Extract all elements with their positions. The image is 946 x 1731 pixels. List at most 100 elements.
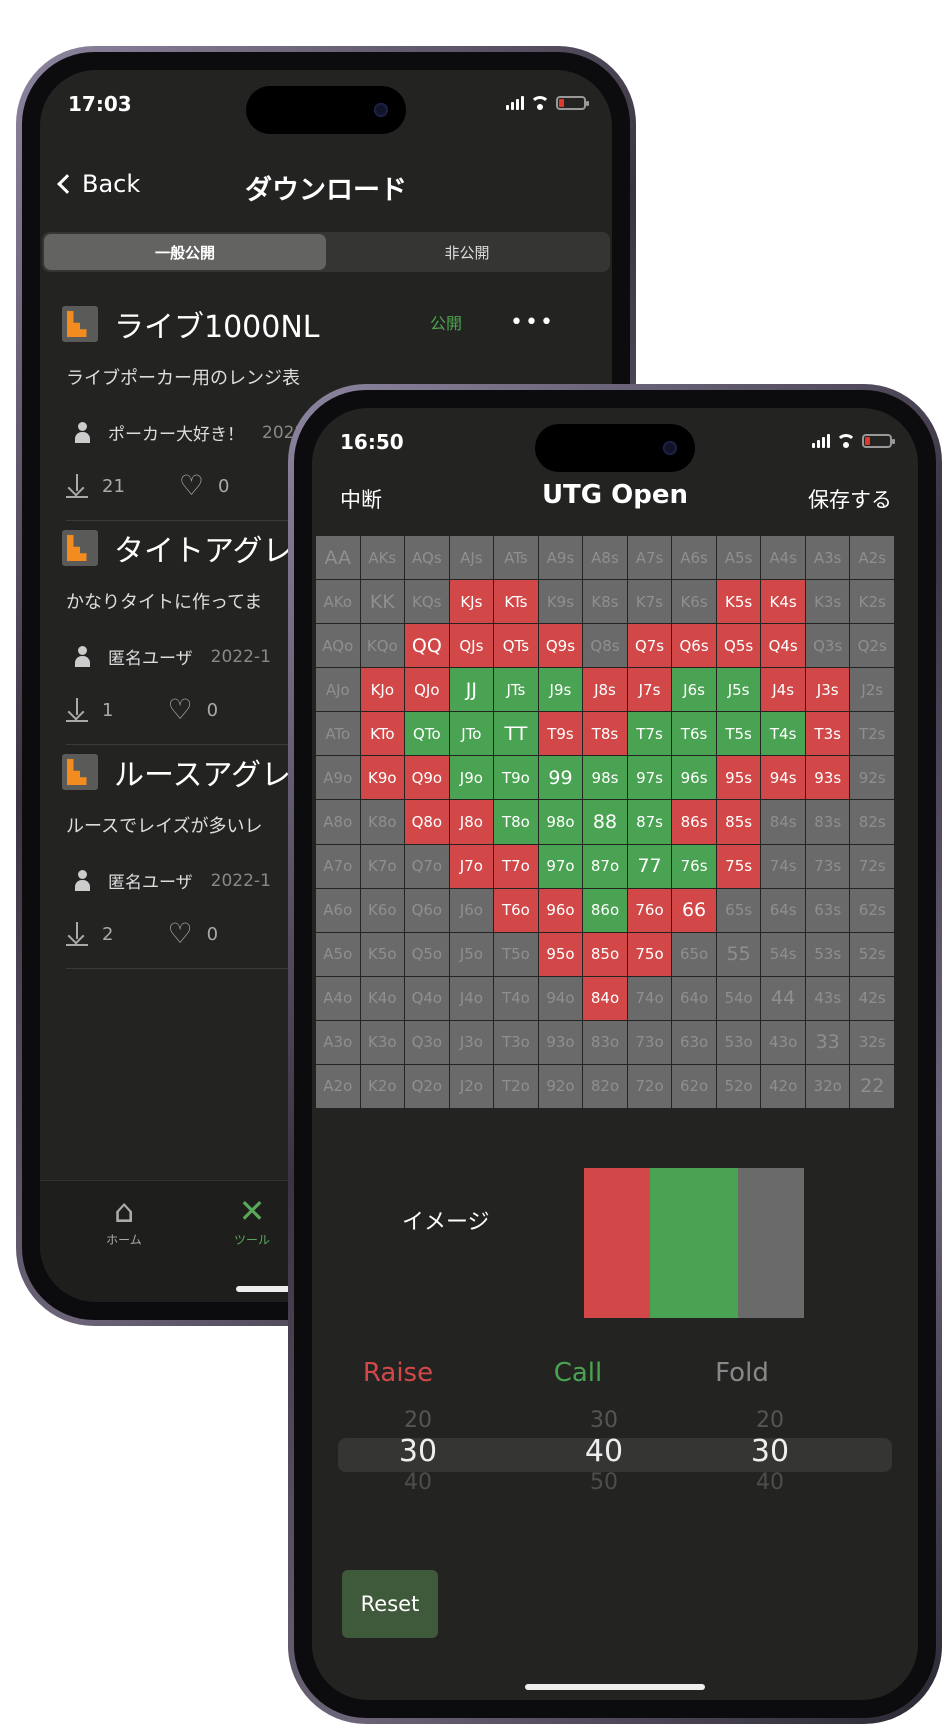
hand-cell[interactable]: 72o — [627, 1064, 672, 1108]
hand-cell[interactable]: J8s — [583, 668, 627, 712]
hand-cell[interactable]: J6s — [672, 668, 716, 712]
hand-cell[interactable]: AJs — [449, 536, 494, 580]
hand-cell[interactable]: JTs — [494, 668, 538, 712]
hand-cell[interactable]: J5s — [716, 668, 761, 712]
hand-cell[interactable]: 22 — [850, 1064, 894, 1108]
hand-cell[interactable]: T3s — [805, 712, 850, 756]
hand-cell[interactable]: Q8o — [405, 800, 449, 844]
hand-cell[interactable]: A3o — [316, 1020, 360, 1064]
hand-cell[interactable]: A5o — [316, 932, 360, 976]
hand-cell[interactable]: AKo — [316, 580, 360, 624]
hand-cell[interactable]: Q3o — [405, 1020, 449, 1064]
hand-cell[interactable]: 42s — [850, 976, 894, 1020]
hand-cell[interactable]: A3s — [805, 536, 850, 580]
hand-cell[interactable]: A8s — [583, 536, 627, 580]
hand-cell[interactable]: 88 — [583, 800, 627, 844]
hand-cell[interactable]: Q9o — [405, 756, 449, 800]
hand-cell[interactable]: T3o — [494, 1020, 538, 1064]
hand-cell[interactable]: J5o — [449, 932, 494, 976]
hand-cell[interactable]: K6s — [672, 580, 716, 624]
hand-cell[interactable]: Q6o — [405, 888, 449, 932]
hand-cell[interactable]: T9s — [538, 712, 583, 756]
hand-cell[interactable]: 76s — [672, 844, 716, 888]
hand-cell[interactable]: T8s — [583, 712, 627, 756]
hand-cell[interactable]: J6o — [449, 888, 494, 932]
hand-cell[interactable]: TT — [494, 712, 538, 756]
hand-cell[interactable]: 85o — [583, 932, 627, 976]
hand-cell[interactable]: 86o — [583, 888, 627, 932]
hand-cell[interactable]: ATo — [316, 712, 360, 756]
segment-private[interactable]: 非公開 — [326, 234, 608, 270]
hand-cell[interactable]: 52o — [716, 1064, 761, 1108]
hand-cell[interactable]: 83o — [583, 1020, 627, 1064]
hand-cell[interactable]: T6o — [494, 888, 538, 932]
hand-cell[interactable]: J3o — [449, 1020, 494, 1064]
hand-cell[interactable]: Q2o — [405, 1064, 449, 1108]
hand-cell[interactable]: 82s — [850, 800, 894, 844]
hand-cell[interactable]: 62o — [672, 1064, 716, 1108]
hand-cell[interactable]: A9s — [538, 536, 583, 580]
hand-cell[interactable]: 62s — [850, 888, 894, 932]
hand-cell[interactable]: J2s — [850, 668, 894, 712]
hand-cell[interactable]: K3s — [805, 580, 850, 624]
download-icon[interactable] — [66, 698, 88, 722]
more-icon[interactable]: ••• — [510, 310, 555, 335]
hand-cell[interactable]: A4s — [761, 536, 805, 580]
hand-cell[interactable]: 94s — [761, 756, 805, 800]
hand-cell[interactable]: A7s — [627, 536, 672, 580]
hand-cell[interactable]: 53o — [716, 1020, 761, 1064]
hand-cell[interactable]: KQs — [405, 580, 449, 624]
hand-cell[interactable]: Q2s — [850, 624, 894, 668]
hand-cell[interactable]: T2s — [850, 712, 894, 756]
hand-cell[interactable]: QTo — [405, 712, 449, 756]
hand-cell[interactable]: J3s — [805, 668, 850, 712]
hand-cell[interactable]: K4s — [761, 580, 805, 624]
hand-cell[interactable]: 95o — [538, 932, 583, 976]
hand-cell[interactable]: 52s — [850, 932, 894, 976]
hand-cell[interactable]: AJo — [316, 668, 360, 712]
hand-cell[interactable]: 65o — [672, 932, 716, 976]
hand-cell[interactable]: 54s — [761, 932, 805, 976]
hand-cell[interactable]: T7o — [494, 844, 538, 888]
hand-cell[interactable]: KJo — [360, 668, 405, 712]
hand-cell[interactable]: 64s — [761, 888, 805, 932]
hand-cell[interactable]: 93o — [538, 1020, 583, 1064]
hand-cell[interactable]: Q9s — [538, 624, 583, 668]
hand-cell[interactable]: T6s — [672, 712, 716, 756]
hand-cell[interactable]: 95s — [716, 756, 761, 800]
hand-cell[interactable]: QJs — [449, 624, 494, 668]
download-icon[interactable] — [66, 922, 88, 946]
tab-tools[interactable]: ✕ ツール — [212, 1191, 292, 1248]
hand-cell[interactable]: KTo — [360, 712, 405, 756]
hand-cell[interactable]: ATs — [494, 536, 538, 580]
hand-cell[interactable]: K8s — [583, 580, 627, 624]
hand-cell[interactable]: K8o — [360, 800, 405, 844]
hand-cell[interactable]: J7o — [449, 844, 494, 888]
hand-cell[interactable]: A2s — [850, 536, 894, 580]
hand-cell[interactable]: J7s — [627, 668, 672, 712]
hand-cell[interactable]: J8o — [449, 800, 494, 844]
hand-cell[interactable]: 63o — [672, 1020, 716, 1064]
hand-cell[interactable]: Q5o — [405, 932, 449, 976]
segment-public[interactable]: 一般公開 — [44, 234, 326, 270]
hand-cell[interactable]: 64o — [672, 976, 716, 1020]
hand-cell[interactable]: K6o — [360, 888, 405, 932]
fold-picker[interactable]: 20 30 40 — [710, 1408, 830, 1496]
hand-cell[interactable]: J4s — [761, 668, 805, 712]
raise-picker[interactable]: 20 30 40 — [358, 1408, 478, 1496]
hand-cell[interactable]: 98s — [583, 756, 627, 800]
hand-cell[interactable]: K5o — [360, 932, 405, 976]
hand-cell[interactable]: 75s — [716, 844, 761, 888]
hand-cell[interactable]: KQo — [360, 624, 405, 668]
hand-cell[interactable]: K2o — [360, 1064, 405, 1108]
hand-cell[interactable]: 66 — [672, 888, 716, 932]
call-picker[interactable]: 30 40 50 — [544, 1408, 664, 1496]
hand-cell[interactable]: Q7o — [405, 844, 449, 888]
hand-cell[interactable]: K7o — [360, 844, 405, 888]
hand-cell[interactable]: T8o — [494, 800, 538, 844]
hand-cell[interactable]: 73o — [627, 1020, 672, 1064]
hand-cell[interactable]: 84o — [583, 976, 627, 1020]
heart-icon[interactable]: ♡ — [179, 472, 204, 500]
hand-cell[interactable]: 99 — [538, 756, 583, 800]
hand-cell[interactable]: Q4o — [405, 976, 449, 1020]
